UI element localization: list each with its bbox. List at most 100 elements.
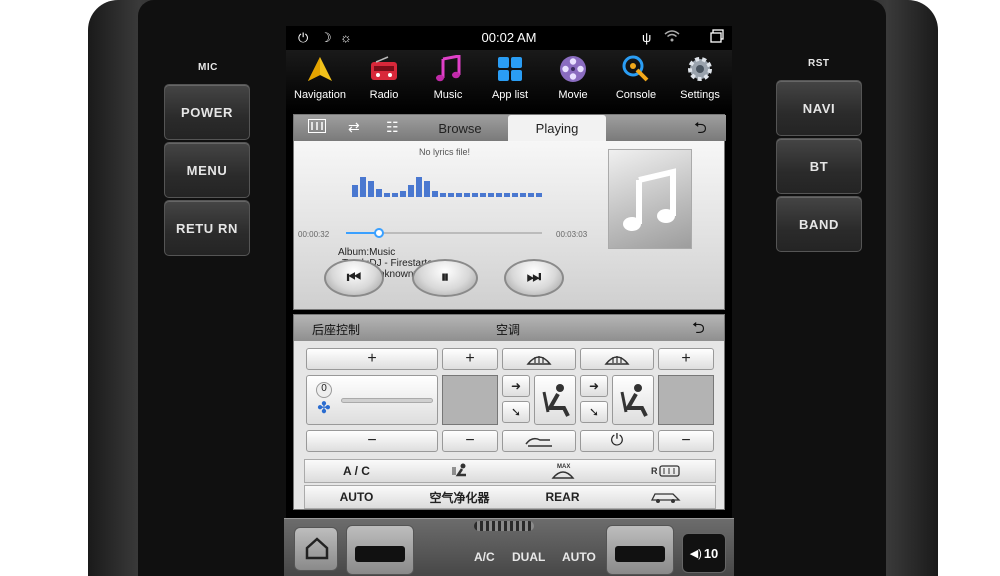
radio-icon <box>369 54 399 84</box>
app-music[interactable]: Music <box>416 54 480 110</box>
movie-icon <box>558 54 588 84</box>
visualizer-bar <box>512 193 518 197</box>
ac-label[interactable]: A/C <box>474 550 495 564</box>
navi-button[interactable]: NAVI <box>776 80 862 136</box>
repeat-icon[interactable]: ⇄ <box>348 119 360 136</box>
fan-up-button[interactable]: + <box>306 348 438 370</box>
bt-button[interactable]: BT <box>776 138 862 194</box>
music-player-panel: ⇄ ☷ Browse Playing ⮌ No lyrics file! 00:… <box>293 114 726 310</box>
dual-label[interactable]: DUAL <box>512 550 545 564</box>
car-air-icon <box>650 493 681 503</box>
ac-button[interactable]: A / C <box>305 460 408 482</box>
home-icon <box>305 537 329 560</box>
recent-apps-icon[interactable] <box>710 29 724 48</box>
temp-right-up-button[interactable]: + <box>658 348 714 370</box>
lyrics-text: No lyrics file! <box>419 147 471 157</box>
temp-right-down-button[interactable]: − <box>658 430 714 452</box>
fan-level-value: 0 <box>316 382 332 398</box>
max-defrost-button[interactable]: MAX <box>511 460 614 482</box>
rear-window-defrost-button[interactable]: R <box>614 460 717 482</box>
ac-title: 空调 <box>496 323 521 337</box>
visualizer-bar <box>440 193 446 197</box>
temp-left-up-button[interactable]: + <box>442 348 498 370</box>
power-button[interactable]: POWER <box>164 84 250 140</box>
left-temp-lcd <box>355 546 405 562</box>
auto-button[interactable]: AUTO <box>305 486 408 508</box>
settings-icon <box>685 54 715 84</box>
band-button[interactable]: BAND <box>776 196 862 252</box>
fan-slider-track[interactable] <box>341 397 433 403</box>
back-icon[interactable]: ⮌ <box>694 117 707 144</box>
air-purifier-button[interactable]: 空气净化器 <box>408 486 511 508</box>
rear-defrost-button[interactable] <box>580 348 654 370</box>
left-temp-knob[interactable] <box>346 525 414 575</box>
previous-button[interactable]: ⏮ <box>324 259 384 297</box>
app-radio[interactable]: Radio <box>352 54 416 110</box>
seat-heat-icon <box>452 463 466 477</box>
album-text: Album:Music <box>338 247 396 258</box>
left-vent-feet-button[interactable]: ➘ <box>502 401 530 423</box>
console-icon <box>621 54 651 84</box>
visualizer-bar <box>504 193 510 197</box>
app-settings[interactable]: Settings <box>668 54 732 110</box>
right-vent-face-button[interactable]: ➜ <box>580 375 608 397</box>
app-list[interactable]: App list <box>478 54 542 110</box>
right-vent-feet-button[interactable]: ➘ <box>580 401 608 423</box>
recirculation-button[interactable] <box>502 430 576 452</box>
climate-power-button[interactable]: ⏻ <box>580 430 654 452</box>
next-button[interactable]: ⏭ <box>504 259 564 297</box>
status-bar: ⏻ ☽ ☼ 00:02 AM ψ <box>286 26 732 50</box>
visualizer-bar <box>368 181 374 197</box>
app-label: Music <box>433 89 463 101</box>
climate-back-icon[interactable]: ⮌ <box>692 317 705 344</box>
auto-label[interactable]: AUTO <box>562 550 596 564</box>
front-defrost-button[interactable] <box>502 348 576 370</box>
svg-text:R: R <box>651 466 658 476</box>
hardware-climate-panel: A/C DUAL AUTO ◀) 10 <box>284 518 734 576</box>
tab-playing[interactable]: Playing <box>508 115 606 141</box>
vent-grille <box>474 521 534 531</box>
equalizer-icon[interactable] <box>308 119 326 136</box>
visualizer-bar <box>472 193 478 197</box>
outside-air-button[interactable] <box>614 486 717 508</box>
visualizer-bar <box>384 193 390 197</box>
fan-speed-slider[interactable]: 0 ✤ <box>306 375 438 425</box>
visualizer-bar <box>528 193 534 197</box>
right-temp-knob[interactable] <box>606 525 674 575</box>
playlist-icon[interactable]: ☷ <box>386 119 399 136</box>
temp-left-down-button[interactable]: − <box>442 430 498 452</box>
left-vent-face-button[interactable]: ➜ <box>502 375 530 397</box>
volume-display[interactable]: ◀) 10 <box>682 533 726 573</box>
screen: ⏻ ☽ ☼ 00:02 AM ψ Navigation Radio Music … <box>286 26 732 576</box>
rear-defrost-icon <box>604 356 630 365</box>
progress-handle[interactable] <box>374 228 385 238</box>
return-button[interactable]: RETU RN <box>164 200 250 256</box>
rear-button[interactable]: REAR <box>511 486 614 508</box>
fan-down-button[interactable]: − <box>306 430 438 452</box>
home-button[interactable] <box>294 527 338 571</box>
right-seat-icon[interactable] <box>612 375 654 425</box>
music-icon <box>433 54 463 84</box>
function-row-1: A / C MAX R <box>304 459 716 483</box>
menu-button[interactable]: MENU <box>164 142 250 198</box>
app-list-icon <box>495 54 525 84</box>
app-label: App list <box>491 89 529 101</box>
left-seat-icon[interactable] <box>534 375 576 425</box>
tab-browse[interactable]: Browse <box>412 115 508 141</box>
visualizer-bar <box>456 193 462 197</box>
app-navigation[interactable]: Navigation <box>288 54 352 110</box>
pause-button[interactable]: ⏸ <box>412 259 478 297</box>
app-label: Movie <box>558 89 588 101</box>
rear-window-icon: R <box>651 465 680 477</box>
left-temp-display <box>442 375 498 425</box>
climate-panel: 后座控制 空调 ⮌ + + + 0 ✤ ➜ ➘ ➜ ➘ − − ⏻ − A / … <box>293 314 725 510</box>
app-label: Navigation <box>294 89 346 101</box>
visualizer-bar <box>360 177 366 197</box>
seat-heat-button[interactable] <box>408 460 511 482</box>
app-console[interactable]: Console <box>604 54 668 110</box>
wifi-icon <box>664 29 680 48</box>
usb-icon: ψ <box>642 30 652 45</box>
app-movie[interactable]: Movie <box>541 54 605 110</box>
visualizer-bar <box>496 193 502 197</box>
rear-control-title: 后座控制 <box>312 323 361 337</box>
